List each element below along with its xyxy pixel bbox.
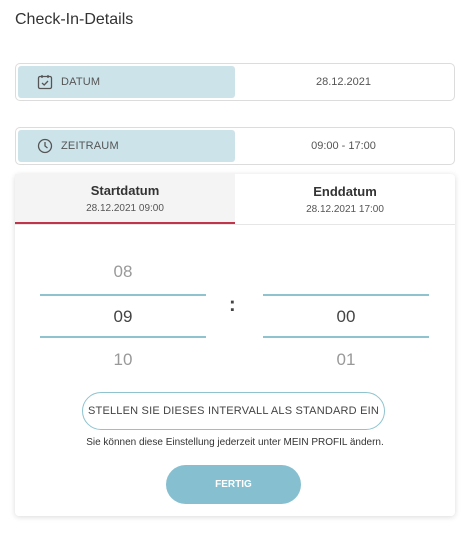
tab-startdatum-title: Startdatum [90,182,160,198]
tab-startdatum-subtitle: 28.12.2021 09:00 [86,202,164,214]
zeitraum-field[interactable]: ZEITRAUM 09:00 - 17:00 [15,127,455,165]
datum-value: 28.12.2021 [315,76,372,88]
minute-wheel[interactable]: 00 01 [263,252,429,380]
hour-current[interactable]: 09 [40,294,206,338]
datum-label: DATUM [61,76,101,88]
zeitraum-value: 09:00 - 17:00 [311,140,376,152]
clock-icon [37,138,53,154]
check-in-details-page: Check-In-Details DATUM 28.12.2021 ZEITRA… [0,0,469,542]
hour-wheel[interactable]: 08 09 10 [40,252,206,380]
datum-label-box: DATUM [18,66,235,98]
minute-prev[interactable] [263,252,429,292]
zeitraum-label-box: ZEITRAUM [18,130,235,162]
picker-tabs: Startdatum 28.12.2021 09:00 Enddatum 28.… [15,174,455,225]
profile-hint-text: Sie können diese Einstellung jederzeit u… [86,437,384,448]
time-picker-card: Startdatum 28.12.2021 09:00 Enddatum 28.… [15,174,455,516]
tab-enddatum-title: Enddatum [313,183,377,199]
set-default-interval-button[interactable]: STELLEN SIE DIESES INTERVALL ALS STANDAR… [82,392,385,430]
tab-enddatum-subtitle: 28.12.2021 17:00 [306,203,384,215]
done-button[interactable]: FERTIG [166,465,301,504]
hour-next[interactable]: 10 [40,340,206,380]
hour-prev[interactable]: 08 [40,252,206,292]
tab-enddatum[interactable]: Enddatum 28.12.2021 17:00 [235,174,455,224]
tab-startdatum[interactable]: Startdatum 28.12.2021 09:00 [15,174,235,224]
calendar-check-icon [37,75,53,90]
zeitraum-label: ZEITRAUM [61,140,119,152]
page-title: Check-In-Details [15,11,134,28]
minute-next[interactable]: 01 [263,340,429,380]
time-separator: : [229,294,236,316]
minute-current[interactable]: 00 [263,294,429,338]
datum-field[interactable]: DATUM 28.12.2021 [15,63,455,101]
